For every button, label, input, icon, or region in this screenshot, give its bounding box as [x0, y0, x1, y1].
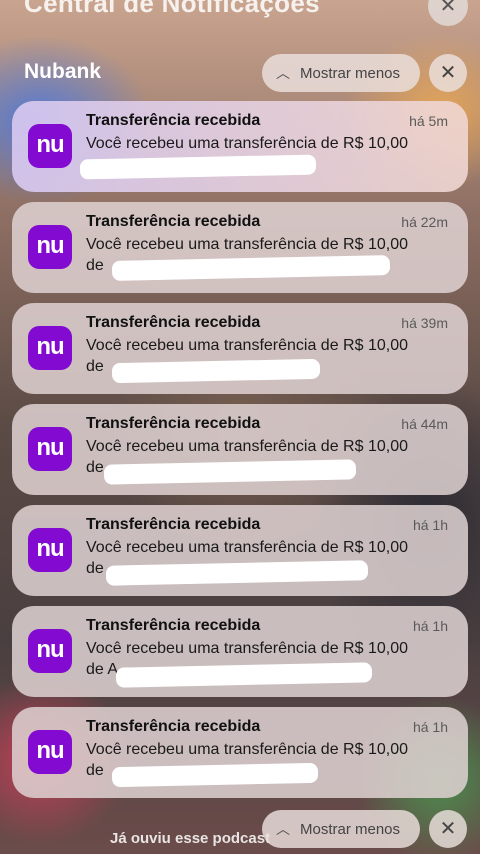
close-icon: ✕ — [439, 62, 457, 84]
close-icon: ✕ — [439, 818, 457, 840]
clear-group-button[interactable]: ✕ — [429, 54, 467, 92]
group-app-name: Nubank — [24, 60, 102, 83]
show-less-label: Mostrar menos — [300, 820, 401, 838]
nubank-app-icon: nu — [28, 225, 72, 269]
notification-title: Transferência recebida — [86, 213, 261, 230]
top-clear-button[interactable]: ✕ — [428, 0, 468, 26]
notification-message: Você recebeu uma transferência de R$ 10,… — [86, 337, 408, 354]
notification-card[interactable]: nu Transferência recebida há 22m Você re… — [12, 202, 468, 293]
clear-bottom-button[interactable]: ✕ — [429, 810, 467, 848]
notification-card[interactable]: nu Transferência recebida há 1h Você rec… — [12, 505, 468, 596]
notification-title: Transferência recebida — [86, 718, 261, 735]
redaction-scribble — [111, 360, 321, 382]
notification-message: Você recebeu uma transferência de R$ 10,… — [86, 741, 408, 758]
notification-time: há 1h — [412, 719, 448, 735]
nubank-app-icon: nu — [28, 528, 72, 572]
notification-time: há 1h — [412, 618, 448, 634]
notification-title: Transferência recebida — [86, 314, 261, 331]
notification-time: há 22m — [401, 214, 448, 230]
notification-title: Transferência recebida — [86, 516, 261, 533]
redaction-scribble — [79, 156, 317, 178]
nubank-app-icon: nu — [28, 629, 72, 673]
show-less-button-bottom[interactable]: ︿ Mostrar menos — [262, 810, 420, 848]
notification-title: Transferência recebida — [86, 112, 261, 129]
notification-card[interactable]: nu Transferência recebida há 1h Você rec… — [12, 707, 468, 798]
notification-time: há 44m — [401, 416, 448, 432]
notification-message: Você recebeu uma transferência de R$ 10,… — [86, 438, 408, 455]
nubank-app-icon: nu — [28, 326, 72, 370]
nubank-app-icon: nu — [28, 427, 72, 471]
close-icon: ✕ — [439, 0, 457, 17]
notification-card[interactable]: nu Transferência recebida há 44m Você re… — [12, 404, 468, 495]
notification-time: há 5m — [409, 113, 448, 129]
notification-message: Você recebeu uma transferência de R$ 10,… — [86, 640, 408, 657]
notification-message: Você recebeu uma transferência de R$ 10,… — [86, 236, 408, 253]
notification-time: há 39m — [401, 315, 448, 331]
notification-title: Transferência recebida — [86, 617, 261, 634]
notification-body: Você recebeu uma transferência de R$ 10,… — [86, 133, 458, 154]
notification-time: há 1h — [412, 517, 448, 533]
redaction-scribble — [111, 764, 319, 786]
nubank-app-icon: nu — [28, 730, 72, 774]
notification-card[interactable]: nu Transferência recebida há 1h Você rec… — [12, 606, 468, 697]
chevron-up-icon: ︿ — [276, 821, 290, 837]
chevron-up-icon: ︿ — [276, 65, 290, 81]
notification-center-title: Central de Notificações — [24, 0, 320, 18]
notification-title: Transferência recebida — [86, 415, 261, 432]
show-less-label: Mostrar menos — [300, 64, 401, 82]
footer-notification-text: Já ouviu esse podcast — [110, 830, 271, 847]
notification-message: Você recebeu uma transferência de R$ 10,… — [86, 135, 408, 152]
notification-card[interactable]: nu Transferência recebida há 39m Você re… — [12, 303, 468, 394]
notification-card[interactable]: nu Transferência recebida há 5m Você rec… — [12, 101, 468, 192]
nubank-app-icon: nu — [28, 124, 72, 168]
notification-message: Você recebeu uma transferência de R$ 10,… — [86, 539, 408, 556]
show-less-button[interactable]: ︿ Mostrar menos — [262, 54, 420, 92]
